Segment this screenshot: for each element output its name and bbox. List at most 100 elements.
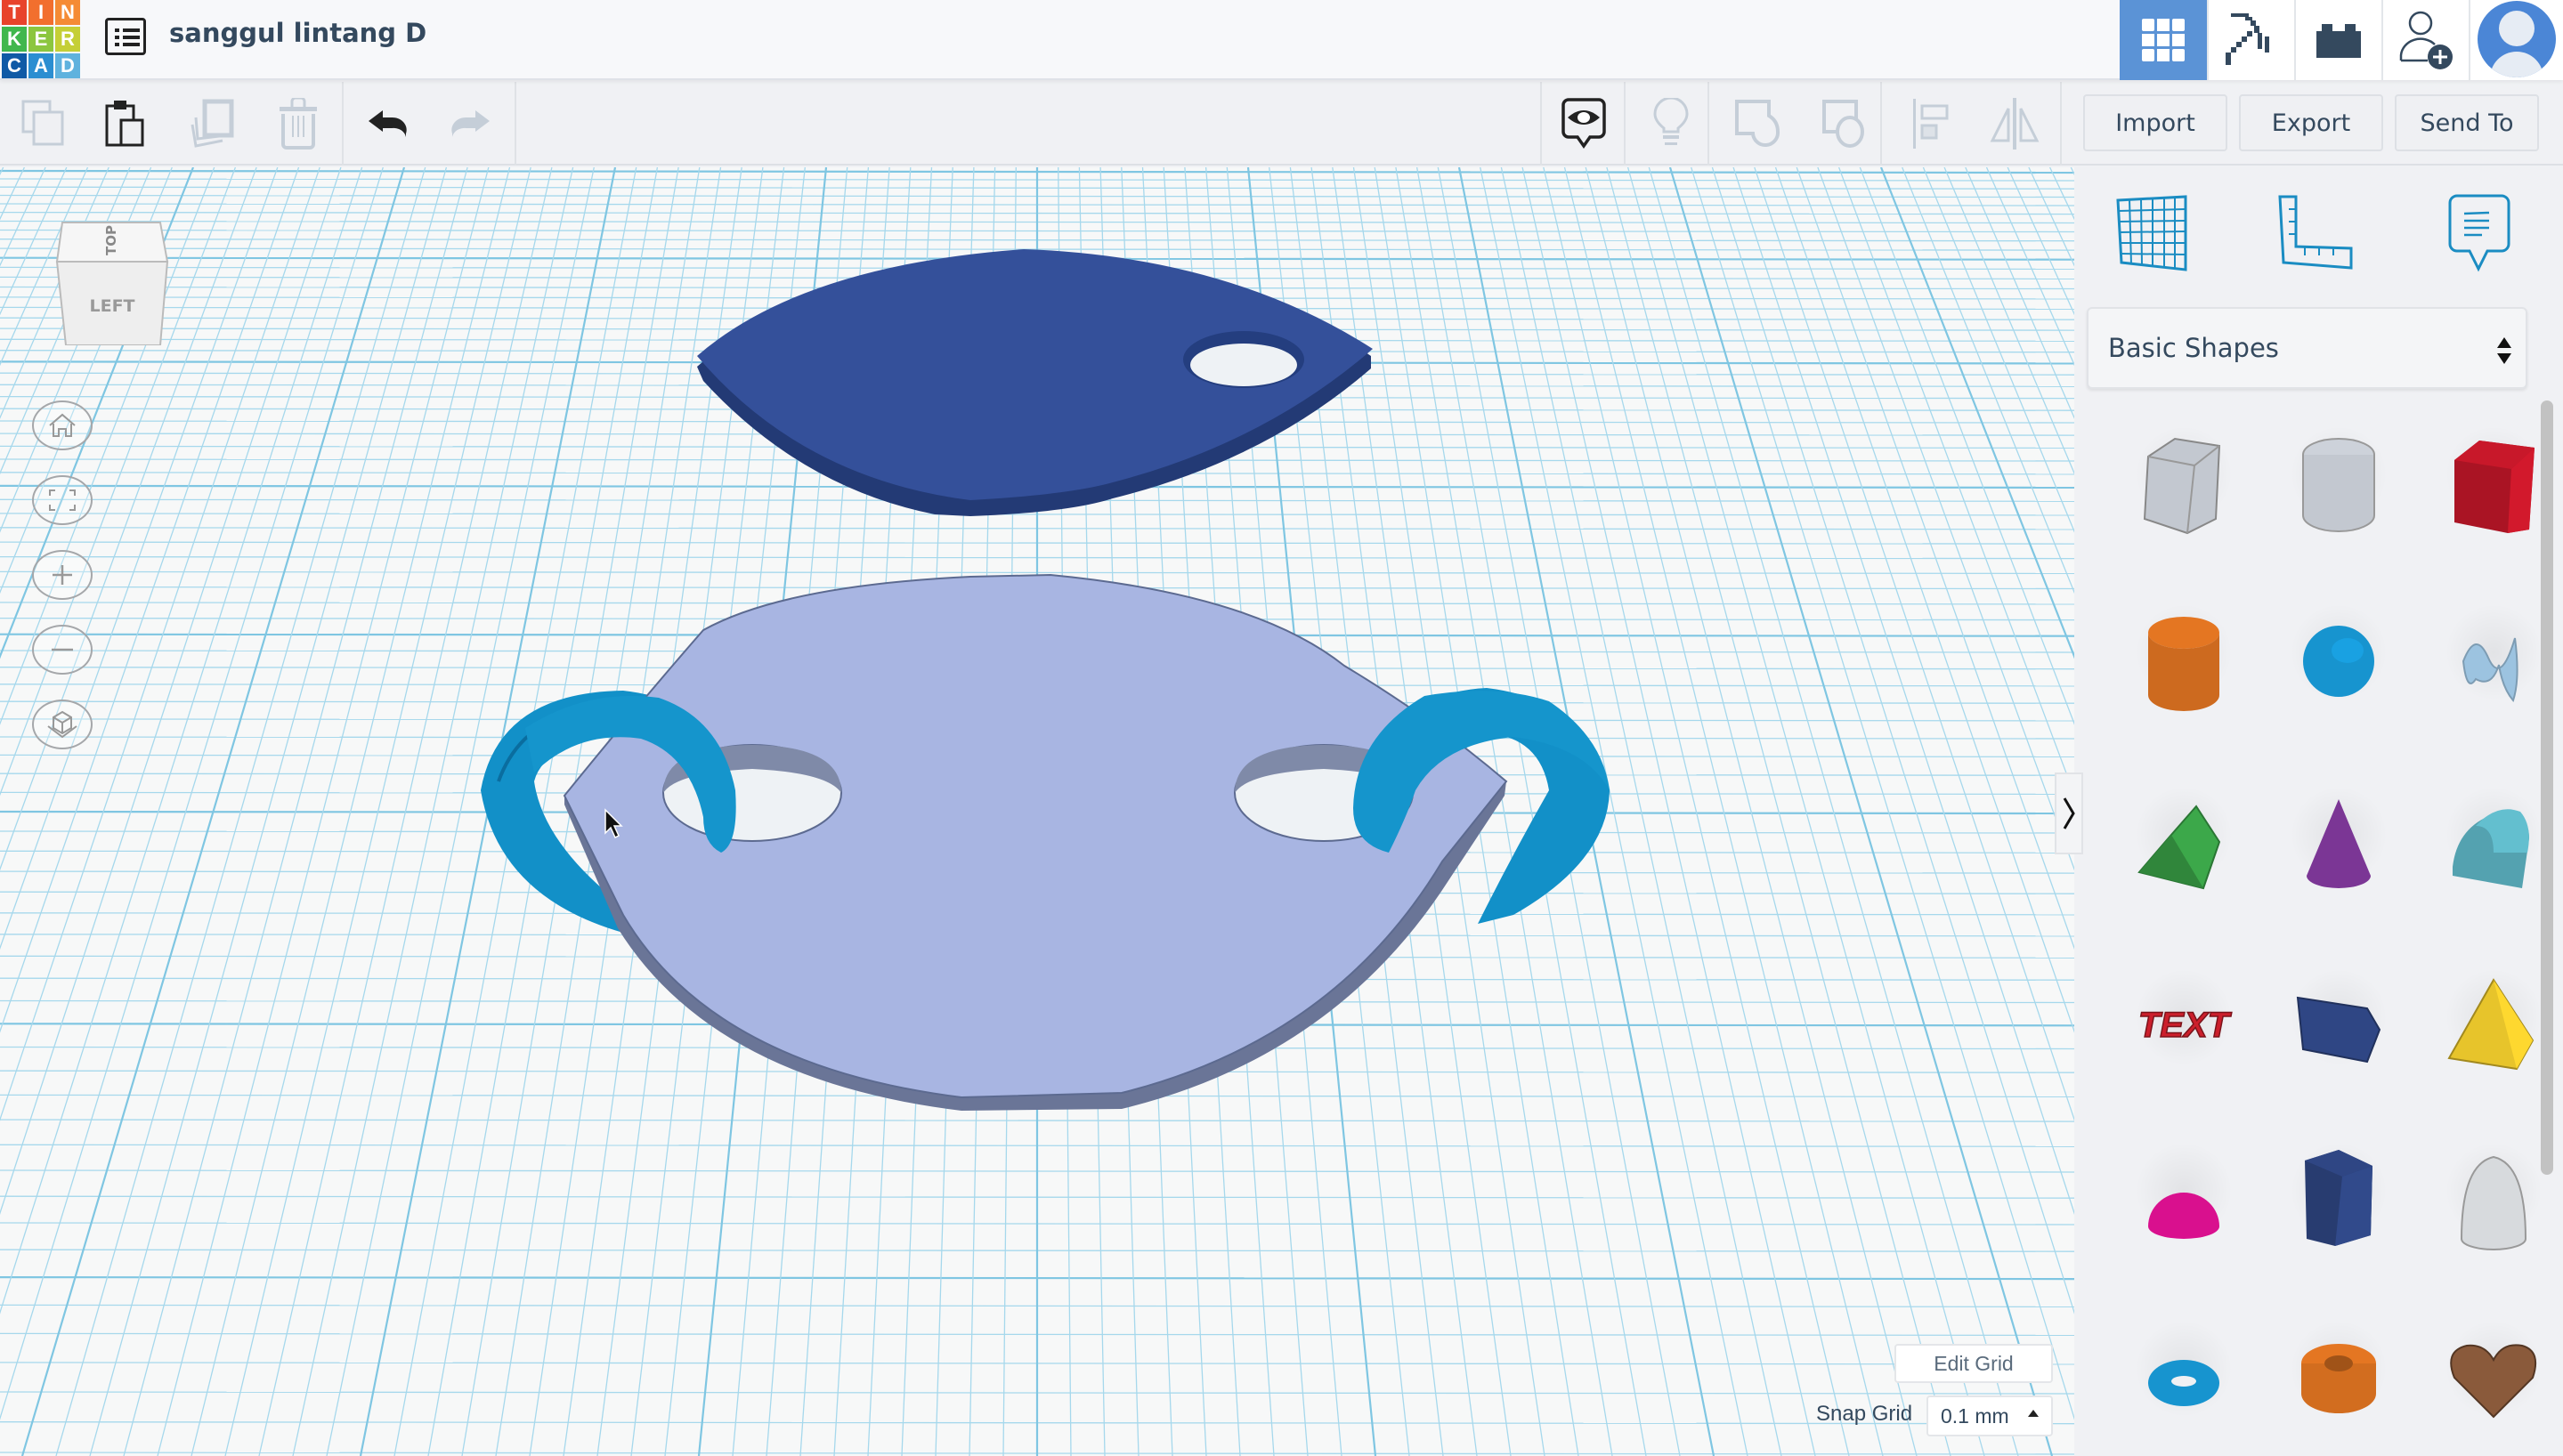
- updown-caret-icon: [2497, 337, 2511, 364]
- copy-icon: [21, 100, 64, 146]
- chevron-right-icon: [2063, 797, 2075, 829]
- logo-letter: N: [55, 0, 80, 25]
- shape-box-hole[interactable]: [2117, 417, 2251, 550]
- svg-text:TEXT: TEXT: [2138, 1006, 2233, 1045]
- minus-icon: [52, 648, 73, 651]
- shape-thumbnail-icon: [2303, 626, 2374, 697]
- zoom-in-button[interactable]: [32, 550, 93, 600]
- tinkercad-logo[interactable]: TIN KER CAD: [2, 0, 80, 78]
- shape-sphere[interactable]: [2272, 595, 2405, 728]
- shapes-scrollbar[interactable]: [2541, 400, 2553, 1175]
- mirror-icon: [1990, 98, 2040, 150]
- toolbar-divider: [515, 82, 516, 166]
- perspective-toggle-button[interactable]: [32, 700, 93, 749]
- shape-shape-generator[interactable]: [2272, 959, 2405, 1093]
- shape-roof[interactable]: [2117, 777, 2251, 910]
- shape-thumbnail-icon: [2296, 996, 2381, 1064]
- brick-icon: [2316, 24, 2361, 58]
- shape-torus[interactable]: [2117, 1311, 2251, 1444]
- tinkercad-app: TINKERCAD sanggul lintang D Import Expor…: [0, 0, 2563, 1456]
- blocks-view-button[interactable]: [2207, 0, 2294, 80]
- shape-thumbnail-icon: [2302, 438, 2375, 532]
- workplane-grid-icon: [2116, 195, 2187, 271]
- paste-button[interactable]: [94, 94, 157, 153]
- shape-cylinder[interactable]: [2117, 595, 2251, 728]
- fit-view-button[interactable]: [32, 475, 93, 525]
- caret-up-icon: [2028, 1410, 2039, 1417]
- redo-icon: [451, 110, 490, 137]
- shape-thumbnail-icon: [2137, 805, 2221, 890]
- bricks-view-button[interactable]: [2294, 0, 2381, 80]
- toolbar: Import Export Send To: [0, 82, 2563, 166]
- 3d-design-view-button[interactable]: [2120, 0, 2207, 80]
- toolbar-divider: [1707, 82, 1709, 166]
- shape-thumbnail-icon: [2148, 1193, 2219, 1239]
- avatar-icon: [2478, 1, 2556, 77]
- shape-thumbnail-icon: [2143, 437, 2221, 535]
- shape-thumbnail-icon: [2305, 1150, 2372, 1246]
- shape-thumbnail-icon: [2307, 799, 2371, 888]
- copy-button[interactable]: [12, 94, 75, 153]
- duplicate-button[interactable]: [182, 94, 244, 153]
- send-to-button[interactable]: Send To: [2395, 94, 2539, 151]
- shape-tube[interactable]: [2272, 1311, 2405, 1444]
- logo-letter: I: [28, 0, 53, 25]
- shape-text[interactable]: TEXT: [2117, 959, 2251, 1093]
- shape-polygon[interactable]: [2272, 1133, 2405, 1266]
- logo-letter: K: [2, 27, 27, 52]
- shape-thumbnail-icon: [2462, 637, 2518, 702]
- profile-button[interactable]: [2469, 0, 2563, 80]
- logo-letter: A: [28, 53, 53, 78]
- undo-icon: [369, 110, 407, 137]
- delete-button[interactable]: [267, 94, 329, 153]
- align-button[interactable]: [1900, 94, 1962, 153]
- notes-tool-button[interactable]: [2439, 189, 2519, 278]
- invite-user-button[interactable]: [2381, 0, 2469, 80]
- view-cube[interactable]: TOP LEFT: [53, 212, 169, 346]
- group-icon: [1735, 100, 1780, 148]
- plus-icon: [53, 565, 72, 585]
- edit-grid-button[interactable]: Edit Grid: [1894, 1344, 2053, 1383]
- ruler-tool-button[interactable]: [2275, 189, 2356, 278]
- undo-button[interactable]: [356, 94, 418, 153]
- home-icon: [49, 413, 76, 437]
- import-button[interactable]: Import: [2083, 94, 2227, 151]
- toolbar-divider: [1880, 82, 1882, 166]
- shape-library-select[interactable]: Basic Shapes: [2087, 307, 2527, 389]
- ortho-cube-icon: [47, 710, 77, 739]
- shape-cylinder-hole[interactable]: [2272, 417, 2405, 550]
- duplicate-icon: [191, 99, 234, 148]
- group-button[interactable]: [1727, 94, 1789, 153]
- note-bubble-icon: [2448, 194, 2510, 272]
- notes-visibility-button[interactable]: [1553, 94, 1615, 153]
- grid-icon: [2142, 19, 2185, 61]
- workplane-tool-button[interactable]: [2112, 189, 2192, 278]
- shapes-panel: Basic Shapes TEXT: [2074, 167, 2563, 1456]
- shape-thumbnail-icon: [2148, 617, 2219, 711]
- viewcube-top-label: TOP: [103, 225, 119, 255]
- dark-blue-leaf-plate[interactable]: [697, 249, 1373, 516]
- shape-thumbnail-icon: [2460, 1155, 2527, 1250]
- export-button[interactable]: Export: [2239, 94, 2383, 151]
- home-view-button[interactable]: [32, 400, 93, 450]
- design-title[interactable]: sanggul lintang D: [169, 18, 426, 48]
- shape-cone[interactable]: [2272, 777, 2405, 910]
- collapse-panel-button[interactable]: [2055, 772, 2083, 854]
- ungroup-button[interactable]: [1814, 94, 1877, 153]
- pickaxe-icon: [2226, 13, 2269, 65]
- mouse-cursor: [604, 808, 623, 839]
- shape-thumbnail-icon: [2450, 1344, 2536, 1419]
- shape-heart[interactable]: [2427, 1311, 2560, 1444]
- mirror-button[interactable]: [1983, 94, 2046, 153]
- zoom-out-button[interactable]: [32, 625, 93, 675]
- shape-half-sphere[interactable]: [2117, 1133, 2251, 1266]
- viewcube-left-label: LEFT: [89, 296, 134, 316]
- redo-button[interactable]: [440, 94, 502, 153]
- logo-letter: C: [2, 53, 27, 78]
- light-blue-shield-plate[interactable]: [563, 573, 1508, 1111]
- workplane-viewport[interactable]: TOP LEFT Edit Grid Snap Grid 0.1 mm: [0, 167, 2074, 1456]
- fit-icon: [49, 489, 76, 511]
- snap-grid-select[interactable]: 0.1 mm: [1926, 1395, 2053, 1436]
- light-button[interactable]: [1640, 94, 1702, 153]
- design-menu-button[interactable]: [105, 18, 146, 55]
